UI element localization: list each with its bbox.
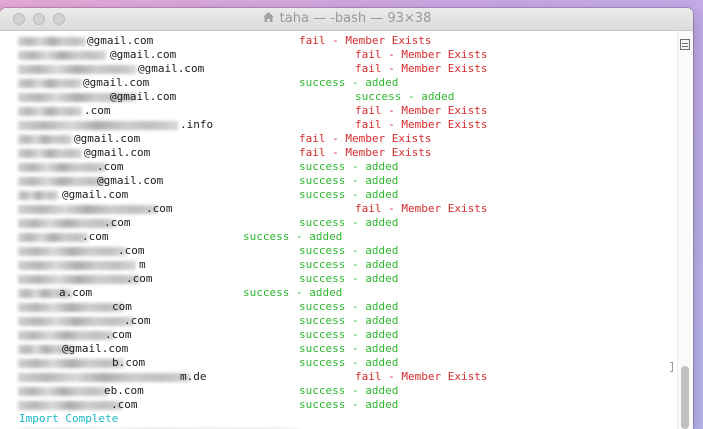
status-success: success - added xyxy=(243,230,343,243)
email-domain: .com xyxy=(104,216,131,229)
terminal-output[interactable]: @gmail.com fail - Member Exists @gmail.com… xyxy=(0,31,676,429)
email-domain: @gmail.com xyxy=(110,90,177,103)
email-domain: .com xyxy=(82,230,109,243)
status-success: success - added xyxy=(299,398,399,411)
email-domain: @gmail.com xyxy=(62,188,129,201)
redacted-email-prefix xyxy=(18,387,108,396)
redacted-email-prefix xyxy=(18,401,122,410)
status-success: success - added xyxy=(299,314,399,327)
status-fail: fail - Member Exists xyxy=(355,48,488,61)
redacted-email-prefix xyxy=(18,247,126,256)
email-domain: .com xyxy=(84,104,111,117)
email-domain: .com xyxy=(124,314,151,327)
redacted-email-prefix xyxy=(18,303,124,312)
import-complete-message: Import Complete xyxy=(19,412,119,425)
split-pane-icon[interactable] xyxy=(680,39,690,50)
email-domain: .com xyxy=(118,244,145,257)
status-fail: fail - Member Exists xyxy=(299,34,432,47)
redacted-email-prefix xyxy=(18,359,124,368)
email-domain: @gmail.com xyxy=(62,342,129,355)
status-fail: fail - Member Exists xyxy=(299,132,432,145)
status-success: success - added xyxy=(299,160,399,173)
email-domain: @gmail.com xyxy=(97,174,164,187)
email-domain: .com xyxy=(126,272,153,285)
redacted-email-prefix xyxy=(18,331,114,340)
window-title: taha — -bash — 93×38 xyxy=(0,11,693,26)
redacted-email-prefix xyxy=(18,51,106,60)
status-success: success - added xyxy=(299,76,399,89)
redacted-email-prefix xyxy=(18,261,136,270)
status-success: success - added xyxy=(299,188,399,201)
email-domain: @gmail.com xyxy=(138,62,205,75)
status-success: success - added xyxy=(299,356,399,369)
redacted-email-prefix xyxy=(18,65,136,74)
email-domain: @gmail.com xyxy=(83,76,150,89)
status-success: success - added xyxy=(299,244,399,257)
redacted-email-prefix xyxy=(18,191,58,200)
status-fail: fail - Member Exists xyxy=(355,202,488,215)
redacted-email-prefix xyxy=(18,37,86,46)
window-title-text: taha — -bash — 93×38 xyxy=(279,11,432,26)
status-success: success - added xyxy=(299,216,399,229)
redacted-email-prefix xyxy=(18,373,190,382)
scroll-marker-icon xyxy=(670,362,673,372)
email-domain: b.com xyxy=(112,356,146,369)
redacted-email-prefix xyxy=(18,79,82,88)
redacted-email-prefix xyxy=(18,219,116,228)
status-success: success - added xyxy=(299,328,399,341)
redacted-email-prefix xyxy=(18,107,82,116)
terminal-window: taha — -bash — 93×38 @gmail.com fail - Me… xyxy=(0,8,693,429)
scrollbar-thumb[interactable] xyxy=(681,366,689,429)
redacted-email-prefix xyxy=(18,149,82,158)
email-domain: com xyxy=(112,300,132,313)
status-success: success - added xyxy=(243,286,343,299)
status-success: success - added xyxy=(299,300,399,313)
redacted-email-prefix xyxy=(18,205,158,214)
status-success: success - added xyxy=(299,342,399,355)
status-fail: fail - Member Exists xyxy=(355,62,488,75)
email-domain: .com xyxy=(105,328,132,341)
email-domain: @gmail.com xyxy=(87,34,154,47)
redacted-email-prefix xyxy=(18,135,72,144)
status-fail: fail - Member Exists xyxy=(299,146,432,159)
redacted-email-prefix xyxy=(18,275,140,284)
email-domain: .com xyxy=(146,202,173,215)
status-success: success - added xyxy=(299,272,399,285)
redacted-email-prefix xyxy=(18,233,88,242)
home-folder-icon xyxy=(262,12,274,22)
status-fail: fail - Member Exists xyxy=(355,104,488,117)
status-fail: fail - Member Exists xyxy=(355,118,488,131)
redacted-email-prefix xyxy=(18,163,106,172)
status-fail: fail - Member Exists xyxy=(355,370,488,383)
email-domain: m xyxy=(139,258,146,271)
email-domain: m.de xyxy=(180,370,207,383)
email-domain: @gmail.com xyxy=(74,132,141,145)
redacted-email-prefix xyxy=(18,121,178,130)
email-domain: .com xyxy=(97,160,124,173)
email-domain: eb.com xyxy=(104,384,144,397)
status-success: success - added xyxy=(299,174,399,187)
status-success: success - added xyxy=(299,258,399,271)
redacted-email-prefix xyxy=(18,317,134,326)
title-bar[interactable]: taha — -bash — 93×38 xyxy=(0,8,693,31)
email-domain: .com xyxy=(111,398,138,411)
status-success: success - added xyxy=(355,90,455,103)
email-domain: a.com xyxy=(59,286,93,299)
email-domain: @gmail.com xyxy=(110,48,177,61)
email-domain: @gmail.com xyxy=(84,146,151,159)
redacted-email-prefix xyxy=(18,177,106,186)
status-success: success - added xyxy=(299,384,399,397)
email-domain: .info xyxy=(180,118,214,131)
